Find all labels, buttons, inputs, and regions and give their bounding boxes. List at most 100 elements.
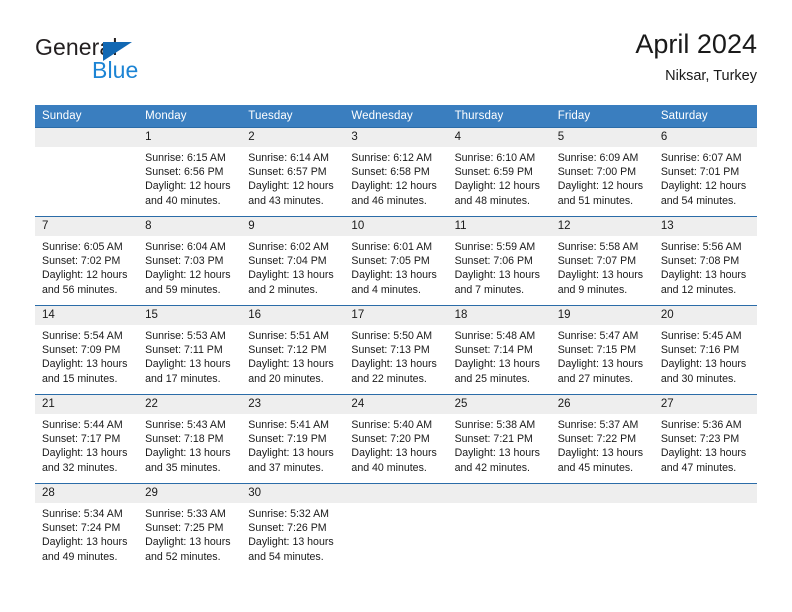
sunset-text: Sunset: 7:22 PM <box>557 433 637 446</box>
day-cell[interactable]: 26 Sunrise: 5:37 AM Sunset: 7:22 PM Dayl… <box>550 394 654 484</box>
day-cell[interactable]: 17 Sunrise: 5:50 AM Sunset: 7:13 PM Dayl… <box>344 305 448 395</box>
day-cell[interactable] <box>653 483 757 572</box>
sunrise-text: Sunrise: 5:47 AM <box>557 330 639 342</box>
day-details: Sunrise: 5:45 AM Sunset: 7:16 PM Dayligh… <box>654 325 757 386</box>
day-cell[interactable]: 11 Sunrise: 5:59 AM Sunset: 7:06 PM Dayl… <box>447 216 551 306</box>
day-number <box>550 484 654 503</box>
day-cell[interactable]: 7 Sunrise: 6:05 AM Sunset: 7:02 PM Dayli… <box>35 216 139 306</box>
sunrise-text: Sunrise: 6:12 AM <box>351 152 433 164</box>
daylight-text-line2: and 40 minutes. <box>145 194 221 207</box>
brand-name-blue: Blue <box>92 57 139 83</box>
daylight-text-line2: and 59 minutes. <box>145 283 221 296</box>
sunset-text: Sunset: 7:24 PM <box>42 522 121 535</box>
day-cell[interactable]: 8 Sunrise: 6:04 AM Sunset: 7:03 PM Dayli… <box>138 216 242 306</box>
sunrise-text: Sunrise: 5:56 AM <box>660 241 742 253</box>
day-details <box>551 503 654 507</box>
day-details: Sunrise: 5:54 AM Sunset: 7:09 PM Dayligh… <box>35 325 138 386</box>
day-number: 14 <box>35 306 139 325</box>
sunrise-text: Sunrise: 5:37 AM <box>557 419 639 431</box>
day-cell[interactable]: 24 Sunrise: 5:40 AM Sunset: 7:20 PM Dayl… <box>344 394 448 484</box>
calendar-grid: Sunday Monday Tuesday Wednesday Thursday… <box>35 105 757 572</box>
day-number: 23 <box>241 395 345 414</box>
sunrise-text: Sunrise: 5:33 AM <box>145 508 226 520</box>
day-details: Sunrise: 5:51 AM Sunset: 7:12 PM Dayligh… <box>241 325 344 386</box>
day-cell[interactable]: 30 Sunrise: 5:32 AM Sunset: 7:26 PM Dayl… <box>241 483 345 572</box>
sunset-text: Sunset: 7:23 PM <box>660 433 740 446</box>
day-cell[interactable]: 10 Sunrise: 6:01 AM Sunset: 7:05 PM Dayl… <box>344 216 448 306</box>
day-cell[interactable]: 3 Sunrise: 6:12 AM Sunset: 6:58 PM Dayli… <box>344 127 448 217</box>
sunset-text: Sunset: 7:02 PM <box>42 255 121 268</box>
day-cell[interactable]: 5 Sunrise: 6:09 AM Sunset: 7:00 PM Dayli… <box>550 127 654 217</box>
week-row: 14 Sunrise: 5:54 AM Sunset: 7:09 PM Dayl… <box>35 305 757 395</box>
day-cell[interactable]: 27 Sunrise: 5:36 AM Sunset: 7:23 PM Dayl… <box>653 394 757 484</box>
day-cell[interactable]: 16 Sunrise: 5:51 AM Sunset: 7:12 PM Dayl… <box>241 305 345 395</box>
day-cell[interactable]: 28 Sunrise: 5:34 AM Sunset: 7:24 PM Dayl… <box>35 483 139 572</box>
day-cell[interactable] <box>344 483 448 572</box>
day-details <box>448 503 551 507</box>
week-row: 1 Sunrise: 6:15 AM Sunset: 6:56 PM Dayli… <box>35 127 757 217</box>
day-details: Sunrise: 5:50 AM Sunset: 7:13 PM Dayligh… <box>344 325 447 386</box>
day-details: Sunrise: 5:32 AM Sunset: 7:26 PM Dayligh… <box>241 503 344 564</box>
day-details: Sunrise: 5:38 AM Sunset: 7:21 PM Dayligh… <box>448 414 551 475</box>
day-number <box>653 484 757 503</box>
day-cell[interactable]: 6 Sunrise: 6:07 AM Sunset: 7:01 PM Dayli… <box>653 127 757 217</box>
calendar-table: Sunday Monday Tuesday Wednesday Thursday… <box>35 105 757 572</box>
sunrise-text: Sunrise: 6:09 AM <box>557 152 639 164</box>
sunrise-text: Sunrise: 5:59 AM <box>454 241 536 253</box>
sunset-text: Sunset: 7:19 PM <box>248 433 327 446</box>
daylight-text-line1: Daylight: 13 hours <box>248 447 334 460</box>
day-cell[interactable]: 9 Sunrise: 6:02 AM Sunset: 7:04 PM Dayli… <box>241 216 345 306</box>
sunset-text: Sunset: 7:15 PM <box>557 344 637 357</box>
daylight-text-line2: and 46 minutes. <box>351 194 427 207</box>
day-number: 4 <box>447 128 551 147</box>
day-cell[interactable]: 18 Sunrise: 5:48 AM Sunset: 7:14 PM Dayl… <box>447 305 551 395</box>
daylight-text-line2: and 27 minutes. <box>557 372 634 385</box>
sunset-text: Sunset: 6:59 PM <box>454 166 533 179</box>
sunrise-text: Sunrise: 5:44 AM <box>42 419 123 431</box>
brand-logo[interactable]: General Blue <box>35 34 255 92</box>
daylight-text-line2: and 40 minutes. <box>351 461 427 474</box>
day-details: Sunrise: 5:48 AM Sunset: 7:14 PM Dayligh… <box>448 325 551 386</box>
daylight-text-line1: Daylight: 13 hours <box>145 536 231 549</box>
day-cell[interactable]: 19 Sunrise: 5:47 AM Sunset: 7:15 PM Dayl… <box>550 305 654 395</box>
sunset-text: Sunset: 7:03 PM <box>145 255 224 268</box>
daylight-text-line2: and 20 minutes. <box>248 372 324 385</box>
daylight-text-line1: Daylight: 12 hours <box>42 269 128 282</box>
daylight-text-line1: Daylight: 13 hours <box>454 358 540 371</box>
day-cell[interactable]: 2 Sunrise: 6:14 AM Sunset: 6:57 PM Dayli… <box>241 127 345 217</box>
day-cell[interactable] <box>35 127 139 217</box>
day-cell[interactable]: 1 Sunrise: 6:15 AM Sunset: 6:56 PM Dayli… <box>138 127 242 217</box>
calendar-body: 1 Sunrise: 6:15 AM Sunset: 6:56 PM Dayli… <box>35 127 757 572</box>
day-cell[interactable]: 21 Sunrise: 5:44 AM Sunset: 7:17 PM Dayl… <box>35 394 139 484</box>
day-number: 5 <box>550 128 654 147</box>
day-cell[interactable]: 15 Sunrise: 5:53 AM Sunset: 7:11 PM Dayl… <box>138 305 242 395</box>
daylight-text-line1: Daylight: 13 hours <box>248 358 334 371</box>
daylight-text-line2: and 54 minutes. <box>660 194 737 207</box>
sunset-text: Sunset: 7:18 PM <box>145 433 224 446</box>
day-cell[interactable]: 13 Sunrise: 5:56 AM Sunset: 7:08 PM Dayl… <box>653 216 757 306</box>
day-cell[interactable] <box>550 483 654 572</box>
day-cell[interactable]: 20 Sunrise: 5:45 AM Sunset: 7:16 PM Dayl… <box>653 305 757 395</box>
week-row: 28 Sunrise: 5:34 AM Sunset: 7:24 PM Dayl… <box>35 483 757 572</box>
day-details: Sunrise: 5:59 AM Sunset: 7:06 PM Dayligh… <box>448 236 551 297</box>
daylight-text-line2: and 30 minutes. <box>660 372 737 385</box>
weekday-header-thursday: Thursday <box>447 105 551 128</box>
sunrise-text: Sunrise: 5:32 AM <box>248 508 329 520</box>
day-cell[interactable]: 22 Sunrise: 5:43 AM Sunset: 7:18 PM Dayl… <box>138 394 242 484</box>
day-number: 2 <box>241 128 345 147</box>
day-number: 6 <box>653 128 757 147</box>
day-cell[interactable]: 4 Sunrise: 6:10 AM Sunset: 6:59 PM Dayli… <box>447 127 551 217</box>
day-cell[interactable]: 14 Sunrise: 5:54 AM Sunset: 7:09 PM Dayl… <box>35 305 139 395</box>
day-cell[interactable]: 29 Sunrise: 5:33 AM Sunset: 7:25 PM Dayl… <box>138 483 242 572</box>
day-cell[interactable]: 23 Sunrise: 5:41 AM Sunset: 7:19 PM Dayl… <box>241 394 345 484</box>
day-details: Sunrise: 5:43 AM Sunset: 7:18 PM Dayligh… <box>138 414 241 475</box>
day-cell[interactable]: 25 Sunrise: 5:38 AM Sunset: 7:21 PM Dayl… <box>447 394 551 484</box>
day-cell[interactable]: 12 Sunrise: 5:58 AM Sunset: 7:07 PM Dayl… <box>550 216 654 306</box>
day-details: Sunrise: 5:40 AM Sunset: 7:20 PM Dayligh… <box>344 414 447 475</box>
day-number: 15 <box>138 306 242 325</box>
day-cell[interactable] <box>447 483 551 572</box>
sunrise-text: Sunrise: 5:54 AM <box>42 330 123 342</box>
title-block: April 2024 Niksar, Turkey <box>635 28 757 86</box>
day-details: Sunrise: 6:01 AM Sunset: 7:05 PM Dayligh… <box>344 236 447 297</box>
daylight-text-line1: Daylight: 13 hours <box>557 269 644 282</box>
